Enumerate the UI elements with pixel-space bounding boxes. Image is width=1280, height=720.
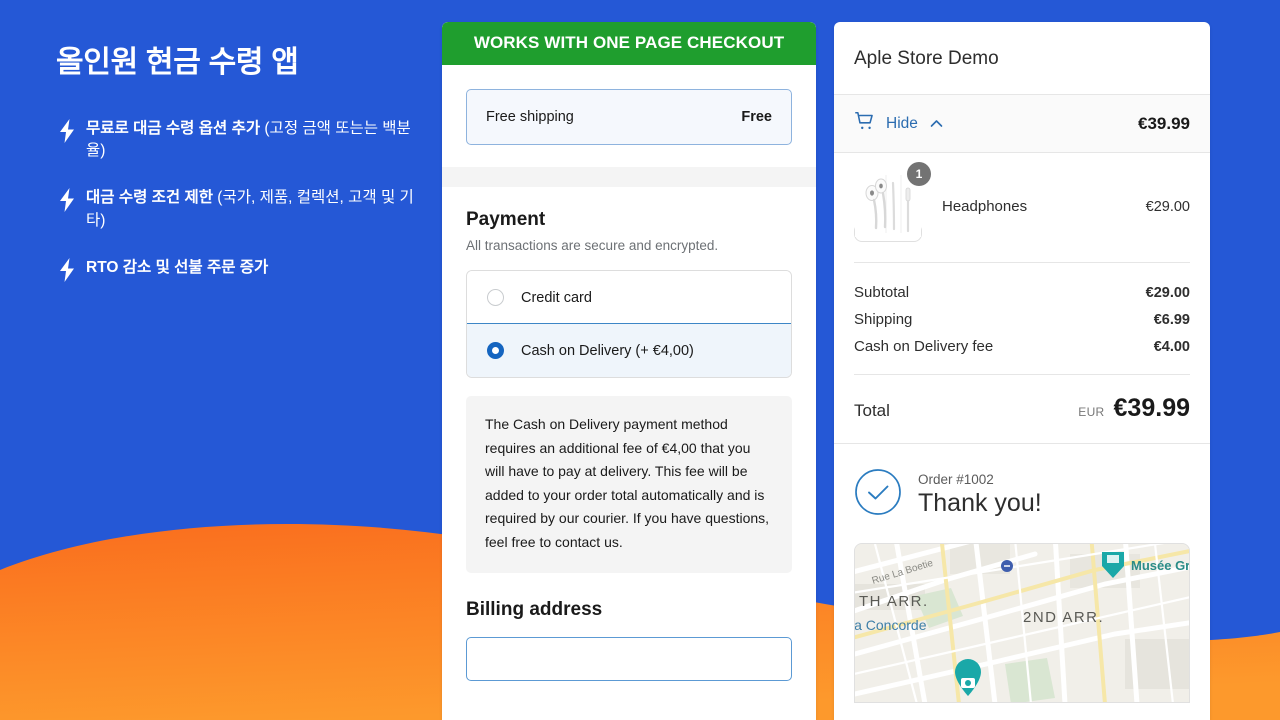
payment-section: Payment All transactions are secure and … — [442, 187, 816, 574]
section-divider — [442, 167, 816, 187]
list-item: 무료로 대금 수령 옵션 추가 (고정 금액 또는는 백분율) — [56, 118, 414, 163]
list-item-label: 대금 수령 조건 제한 (국가, 제품, 컬렉션, 고객 및 기타) — [86, 189, 414, 229]
shipping-method-price: Free — [741, 109, 772, 125]
billing-address-input[interactable] — [466, 637, 792, 682]
subtotal-value: €29.00 — [1145, 285, 1190, 301]
order-number: Order #1002 — [918, 471, 994, 487]
map-label: TH ARR. — [859, 593, 929, 610]
store-header: Aple Store Demo — [834, 22, 1210, 95]
shipping-method-label: Free shipping — [486, 109, 574, 125]
product-thumbnail-wrapper: 1 — [854, 162, 931, 242]
product-name: Headphones — [942, 198, 1028, 215]
grand-total-label: Total — [854, 401, 890, 420]
billing-title: Billing address — [466, 599, 603, 621]
payment-method-group: Credit card Cash on Delivery (+ €4,00) — [466, 270, 792, 378]
radio-button-selected[interactable] — [487, 342, 504, 359]
payment-option-label: Credit card — [521, 289, 592, 306]
billing-section: Billing address — [442, 573, 816, 682]
cash-on-delivery-info: The Cash on Delivery payment method requ… — [466, 396, 792, 574]
store-name: Aple Store Demo — [854, 48, 999, 69]
cart-toggle-bar[interactable]: Hide €39.99 — [834, 95, 1210, 153]
promo-panel: 올인원 현금 수령 앱 무료로 대금 수령 옵션 추가 (고정 금액 또는는 백… — [0, 0, 440, 720]
works-with-banner: WORKS WITH ONE PAGE CHECKOUT — [442, 22, 816, 65]
order-summary-panel: Aple Store Demo Hide €39.99 1 Headphones… — [834, 22, 1210, 720]
table-row: Shipping €6.99 — [854, 306, 1190, 333]
screenshot-root: 올인원 현금 수령 앱 무료로 대금 수령 옵션 추가 (고정 금액 또는는 백… — [0, 0, 1280, 720]
list-item: 1 Headphones €29.00 — [854, 153, 1190, 263]
totals-breakdown: Subtotal €29.00 Shipping €6.99 Cash on D… — [854, 263, 1190, 375]
cod-fee-value: €4.00 — [1153, 339, 1190, 355]
earbuds-product-image — [854, 171, 922, 242]
cart-total-amount: €39.99 — [1138, 113, 1190, 133]
list-item: 대금 수령 조건 제한 (국가, 제품, 컬렉션, 고객 및 기타) — [56, 187, 414, 232]
list-item-label: RTO 감소 및 선불 주문 증가 — [86, 259, 269, 277]
order-location-map[interactable]: Rue La Boetie Musée Grévin TH ARR. la Co… — [854, 543, 1190, 703]
shipping-method-option[interactable]: Free shipping Free — [466, 89, 792, 145]
shipping-section: Free shipping Free — [442, 65, 816, 167]
thank-you-heading: Thank you! — [918, 488, 1042, 517]
currency-code: EUR — [1078, 405, 1105, 419]
shipping-value: €6.99 — [1153, 312, 1190, 328]
chevron-up-icon — [930, 117, 943, 131]
map-label: Musée Grévin — [1131, 558, 1189, 573]
cod-fee-label: Cash on Delivery fee — [854, 338, 994, 355]
checkout-panel: WORKS WITH ONE PAGE CHECKOUT Free shippi… — [442, 22, 816, 720]
payment-option-credit-card[interactable]: Credit card — [467, 271, 791, 324]
bolt-icon — [58, 258, 76, 283]
summary-body: 1 Headphones €29.00 Subtotal €29.00 Ship… — [834, 153, 1210, 443]
table-row: Subtotal €29.00 — [854, 279, 1190, 306]
payment-option-cash-on-delivery[interactable]: Cash on Delivery (+ €4,00) — [467, 323, 791, 377]
line-items: 1 Headphones €29.00 Subtotal €29.00 Ship… — [834, 153, 1210, 443]
shipping-label: Shipping — [854, 311, 913, 328]
bolt-icon — [58, 118, 76, 143]
feature-list: 무료로 대금 수령 옵션 추가 (고정 금액 또는는 백분율) 대금 수령 조건… — [56, 118, 414, 283]
payment-title: Payment — [466, 209, 546, 230]
order-confirmation: Order #1002 Thank you! — [834, 443, 1210, 543]
grand-total-value: €39.99 — [1113, 394, 1190, 422]
check-circle-icon — [854, 468, 902, 521]
subtotal-label: Subtotal — [854, 284, 910, 301]
table-row: Cash on Delivery fee €4.00 — [854, 333, 1190, 360]
cart-toggle-label[interactable]: Hide — [886, 115, 918, 133]
radio-button-unselected[interactable] — [487, 289, 504, 306]
product-price: €29.00 — [1145, 198, 1190, 215]
quantity-badge: 1 — [907, 162, 931, 186]
map-label: 2ND ARR. — [1023, 609, 1104, 626]
map-label: la Concorde — [855, 617, 927, 633]
payment-option-label: Cash on Delivery (+ €4,00) — [521, 342, 694, 359]
shopping-cart-icon — [854, 110, 876, 137]
grand-total-row: Total EUR €39.99 — [854, 375, 1190, 443]
bolt-icon — [58, 188, 76, 213]
payment-subtitle: All transactions are secure and encrypte… — [466, 238, 719, 253]
list-item-label: 무료로 대금 수령 옵션 추가 (고정 금액 또는는 백분율) — [86, 119, 411, 159]
page-title: 올인원 현금 수령 앱 — [56, 46, 299, 79]
list-item: RTO 감소 및 선불 주문 증가 — [56, 257, 414, 283]
